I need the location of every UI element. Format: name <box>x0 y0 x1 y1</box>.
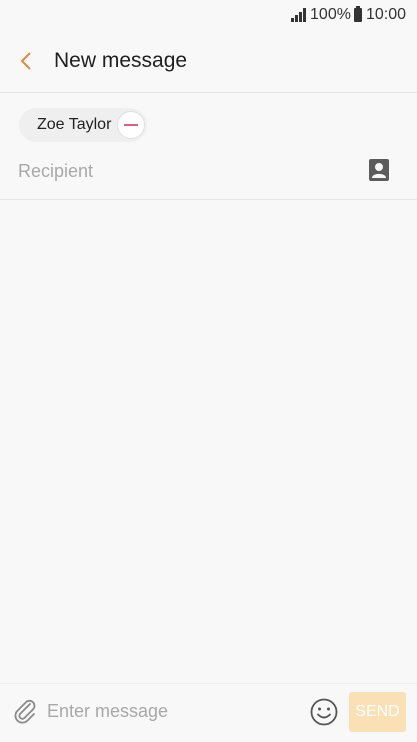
status-time: 10:00 <box>365 6 406 23</box>
composer-bar: SEND <box>0 683 417 742</box>
remove-recipient-button[interactable] <box>117 111 146 139</box>
back-chevron-icon <box>20 52 31 70</box>
contact-picker-icon[interactable] <box>367 158 391 182</box>
paperclip-icon[interactable] <box>12 698 40 726</box>
recipient-area: Zoe Taylor <box>0 94 417 200</box>
header-divider <box>0 92 417 93</box>
recipient-chip-name: Zoe Taylor <box>37 116 112 133</box>
emoji-icon[interactable] <box>309 697 339 727</box>
status-bar: 100% 10:00 <box>0 0 417 30</box>
back-button[interactable] <box>0 35 52 87</box>
message-input[interactable] <box>47 696 297 726</box>
remove-minus-icon <box>124 124 139 126</box>
conversation-area <box>0 200 417 684</box>
recipient-chip[interactable]: Zoe Taylor <box>19 108 148 142</box>
page-title: New message <box>54 49 188 72</box>
recipient-input[interactable] <box>18 156 338 186</box>
app-header: New message <box>0 30 417 92</box>
battery-percentage: 100% <box>310 6 351 23</box>
signal-icon <box>291 8 307 22</box>
send-button[interactable]: SEND <box>349 692 406 732</box>
battery-icon <box>353 6 362 22</box>
